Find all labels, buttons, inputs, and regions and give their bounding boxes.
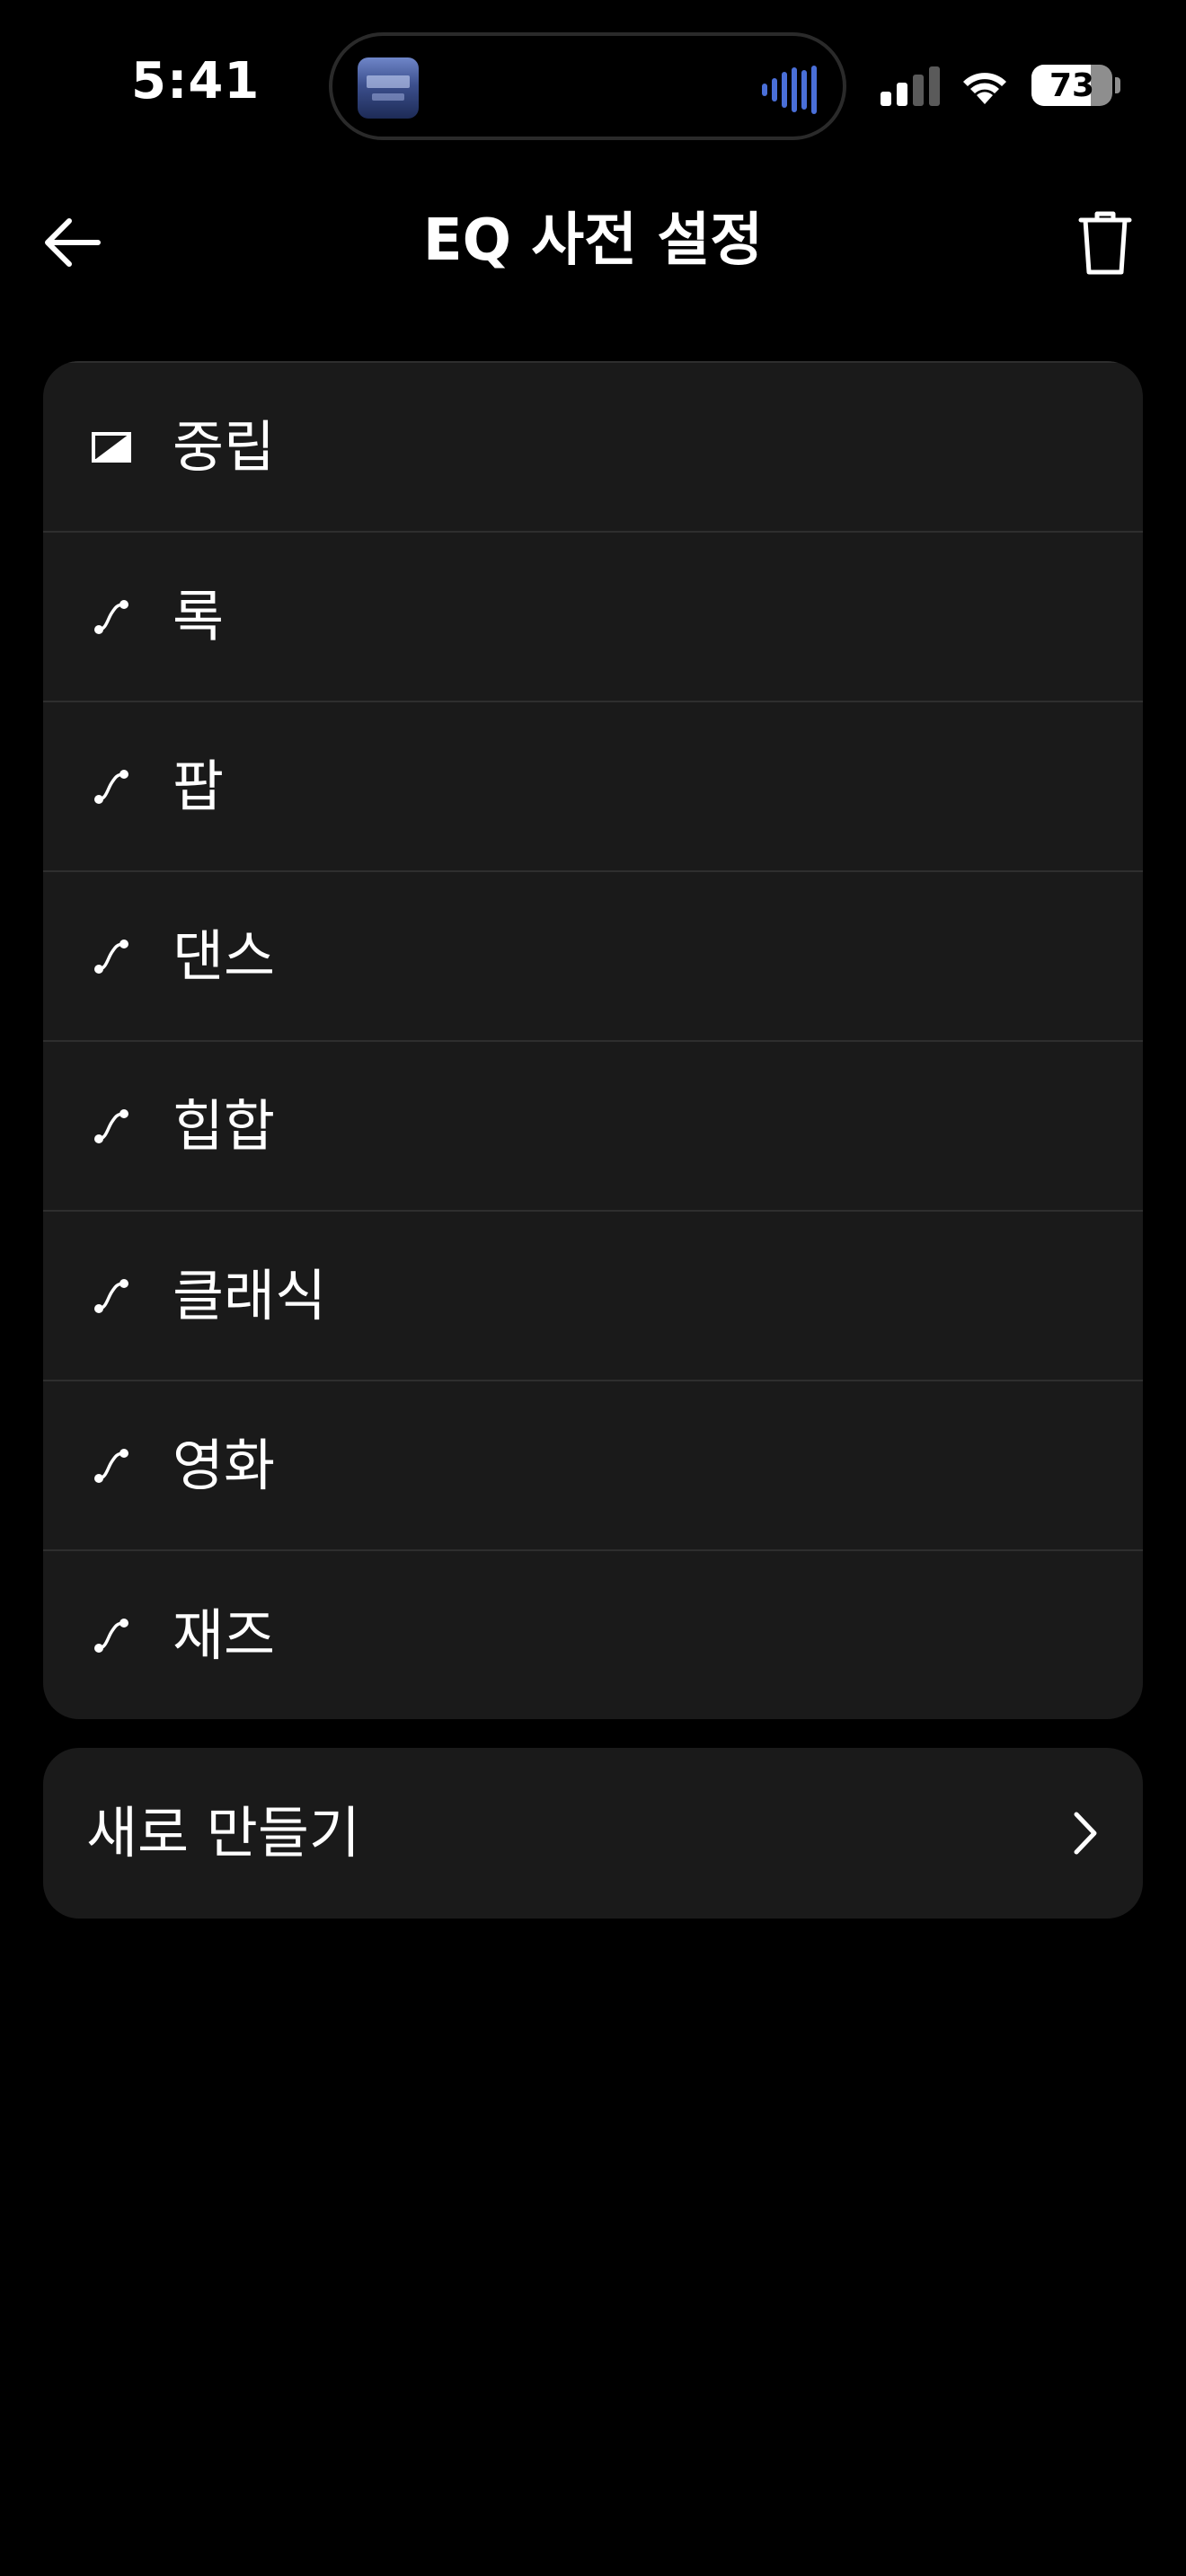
preset-label: 댄스 — [173, 922, 276, 989]
preset-item[interactable]: 클래식 — [43, 1210, 1143, 1380]
preset-item[interactable]: 댄스 — [43, 870, 1143, 1040]
preset-item[interactable]: 중립 — [43, 361, 1143, 531]
cellular-signal-icon — [881, 66, 940, 106]
eq-curve-icon — [92, 872, 131, 1040]
header: EQ 사전 설정 — [0, 171, 1186, 314]
battery-indicator: 73 — [1031, 65, 1112, 106]
eq-curve-icon — [92, 1381, 131, 1549]
create-new-label: 새로 만들기 — [86, 1800, 360, 1866]
trash-icon — [1078, 211, 1132, 275]
audio-waveform-icon — [762, 65, 821, 115]
screen: 5:41 73 EQ 사전 설정 중립 록 팝 댄스 힙합 클래식 영화 재즈 … — [0, 0, 1186, 2576]
preset-item[interactable]: 록 — [43, 531, 1143, 701]
eq-curve-icon — [92, 1042, 131, 1210]
preset-label: 힙합 — [173, 1092, 276, 1159]
preset-label: 클래식 — [173, 1262, 327, 1328]
dynamic-island[interactable] — [329, 32, 846, 140]
preset-label: 록 — [173, 583, 225, 649]
preset-item[interactable]: 힙합 — [43, 1040, 1143, 1210]
chevron-right-icon — [1062, 1810, 1109, 1857]
create-new-button[interactable]: 새로 만들기 — [43, 1748, 1143, 1919]
status-bar: 5:41 73 — [0, 0, 1186, 171]
neutral-eq-icon — [92, 363, 131, 531]
eq-preset-list: 중립 록 팝 댄스 힙합 클래식 영화 재즈 — [43, 361, 1143, 1719]
preset-label: 재즈 — [173, 1601, 276, 1668]
now-playing-artwork — [358, 57, 419, 119]
delete-button[interactable] — [1066, 203, 1145, 282]
eq-curve-icon — [92, 533, 131, 701]
battery-percent: 73 — [1049, 66, 1095, 104]
eq-curve-icon — [92, 702, 131, 870]
preset-item[interactable]: 재즈 — [43, 1549, 1143, 1719]
preset-item[interactable]: 팝 — [43, 701, 1143, 870]
preset-label: 팝 — [173, 753, 225, 819]
preset-label: 영화 — [173, 1432, 276, 1498]
battery-tip — [1115, 77, 1120, 93]
page-title: EQ 사전 설정 — [422, 207, 764, 274]
preset-item[interactable]: 영화 — [43, 1380, 1143, 1549]
status-time: 5:41 — [131, 52, 261, 110]
wifi-icon — [963, 73, 1006, 104]
eq-curve-icon — [92, 1551, 131, 1719]
preset-label: 중립 — [173, 413, 276, 480]
eq-curve-icon — [92, 1212, 131, 1380]
